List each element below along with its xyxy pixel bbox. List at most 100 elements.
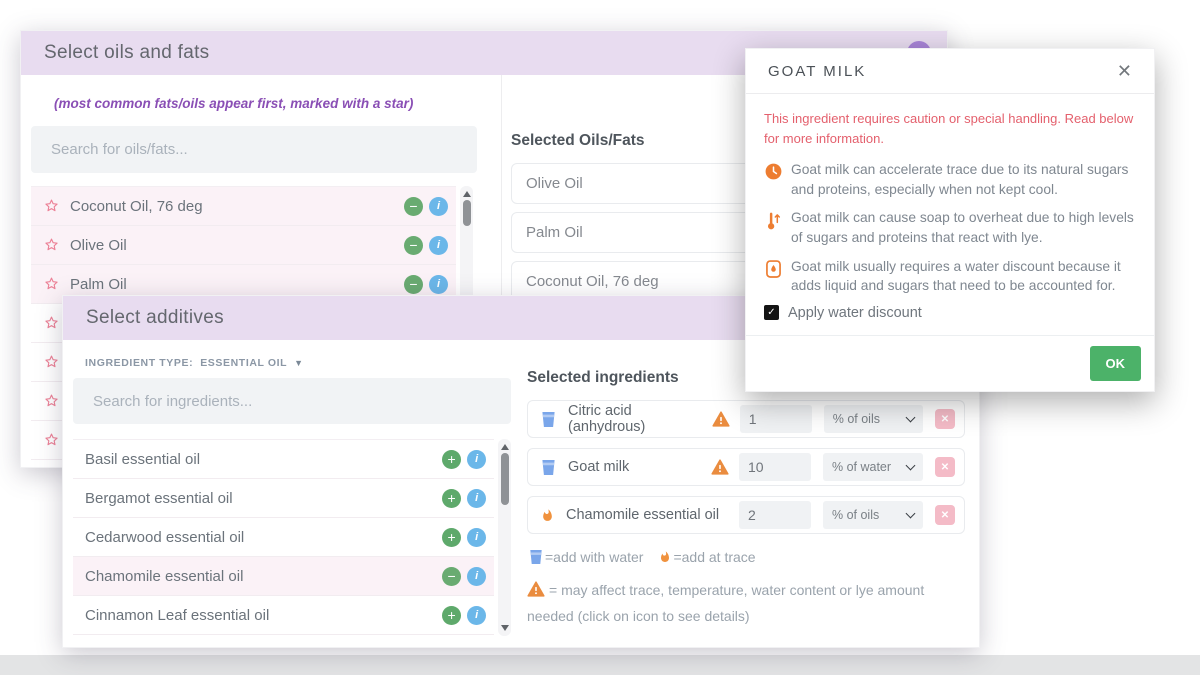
ingredient-info-button[interactable]: i xyxy=(467,528,486,547)
remove-selected-ingredient-button[interactable]: ✕ xyxy=(935,409,955,429)
apply-water-discount-row: ✓ Apply water discount xyxy=(764,305,1134,321)
dialog-bullet: Goat milk can accelerate trace due to it… xyxy=(764,160,1134,199)
caution-text: This ingredient requires caution or spec… xyxy=(764,109,1134,149)
dialog-bullet: Goat milk can cause soap to overheat due… xyxy=(764,208,1134,247)
warning-legend: = may affect trace, temperature, water c… xyxy=(527,578,965,630)
scroll-up-icon[interactable] xyxy=(501,444,509,450)
methods-legend: =add with water =add at trace xyxy=(527,549,965,565)
star-icon xyxy=(43,393,60,409)
unit-value: % of oils xyxy=(832,508,879,522)
ingredient-info-button[interactable]: i xyxy=(467,567,486,586)
add-with-water-icon xyxy=(541,411,556,428)
ingredient-list-item[interactable]: Cedarwood essential oil + i xyxy=(73,518,494,557)
oils-search-input[interactable] xyxy=(51,141,457,158)
ingredient-label: Cinnamon Leaf essential oil xyxy=(85,607,269,624)
caret-down-icon: ▼ xyxy=(294,358,304,368)
legend-water-text: =add with water xyxy=(545,549,643,565)
oil-list-item[interactable]: Olive Oil − i xyxy=(31,226,456,265)
unit-select[interactable]: % of oils xyxy=(823,501,923,529)
ingredient-label: Basil essential oil xyxy=(85,451,200,468)
remove-oil-button[interactable]: − xyxy=(404,275,423,294)
oils-search-box xyxy=(31,126,477,173)
unit-value: % of water xyxy=(832,460,891,474)
add-ingredient-button[interactable]: + xyxy=(442,606,461,625)
ingredient-label: Bergamot essential oil xyxy=(85,490,233,507)
ingredient-info-button[interactable]: i xyxy=(467,606,486,625)
ingredient-label: Cedarwood essential oil xyxy=(85,529,244,546)
selected-ingredient-label: Chamomile essential oil xyxy=(566,507,719,523)
unit-select[interactable]: % of oils xyxy=(824,405,923,433)
scrollbar-thumb[interactable] xyxy=(463,200,471,226)
ingredients-search-box xyxy=(73,378,511,424)
oil-info-button[interactable]: i xyxy=(429,275,448,294)
ingredient-list-item[interactable]: Cinnamon Leaf essential oil + i xyxy=(73,596,494,635)
warning-icon[interactable] xyxy=(712,411,730,427)
ingredient-list-item[interactable]: Basil essential oil + i xyxy=(73,440,494,479)
oil-label: Palm Oil xyxy=(70,276,127,293)
ingredient-list-item[interactable]: Chamomile essential oil − i xyxy=(73,557,494,596)
ingredient-info-button[interactable]: i xyxy=(467,489,486,508)
oil-label: Coconut Oil, 76 deg xyxy=(70,198,203,215)
remove-selected-ingredient-button[interactable]: ✕ xyxy=(935,457,955,477)
warning-icon xyxy=(527,581,545,597)
scroll-up-icon[interactable] xyxy=(463,191,471,197)
ok-button[interactable]: OK xyxy=(1090,346,1142,381)
amount-input[interactable] xyxy=(740,405,812,433)
oils-note: (most common fats/oils appear first, mar… xyxy=(54,96,491,111)
star-icon xyxy=(43,432,60,448)
add-ingredient-button[interactable]: + xyxy=(442,528,461,547)
amount-input[interactable] xyxy=(739,501,811,529)
oil-info-button[interactable]: i xyxy=(429,236,448,255)
legend-warning-text: = may affect trace, temperature, water c… xyxy=(527,582,924,624)
add-ingredient-button[interactable]: + xyxy=(442,489,461,508)
apply-water-discount-checkbox[interactable]: ✓ xyxy=(764,305,779,320)
remove-oil-button[interactable]: − xyxy=(404,236,423,255)
unit-select[interactable]: % of water xyxy=(823,453,923,481)
selected-ingredient-row: Goat milk % of water ✕ xyxy=(527,448,965,486)
selected-ingredient-label: Goat milk xyxy=(568,459,629,475)
oils-modal-title: Select oils and fats xyxy=(44,42,209,64)
oil-info-button[interactable]: i xyxy=(429,197,448,216)
remove-oil-button[interactable]: − xyxy=(404,197,423,216)
bullet-text: Goat milk can cause soap to overheat due… xyxy=(791,208,1134,247)
ingredient-type-value: ESSENTIAL OIL xyxy=(200,357,287,369)
add-ingredient-button[interactable]: + xyxy=(442,450,461,469)
star-icon xyxy=(43,237,60,253)
chevron-down-icon xyxy=(906,460,916,470)
bullet-text: Goat milk usually requires a water disco… xyxy=(791,257,1134,296)
remove-ingredient-button[interactable]: − xyxy=(442,567,461,586)
add-with-water-icon xyxy=(541,459,556,476)
ingredients-list-scrollbar[interactable] xyxy=(498,439,511,636)
scroll-down-icon[interactable] xyxy=(501,625,509,631)
water-discount-icon xyxy=(764,260,782,296)
star-icon xyxy=(43,354,60,370)
scrollbar-thumb[interactable] xyxy=(501,453,509,505)
ingredient-type-select[interactable]: INGREDIENT TYPE: ESSENTIAL OIL ▼ xyxy=(85,357,511,369)
ingredient-list-item[interactable]: Bergamot essential oil + i xyxy=(73,479,494,518)
ingredient-type-label: INGREDIENT TYPE: xyxy=(85,357,193,369)
ingredients-search-input[interactable] xyxy=(93,393,491,410)
apply-water-discount-label: Apply water discount xyxy=(788,305,922,321)
legend-trace-text: =add at trace xyxy=(673,549,755,565)
amount-input[interactable] xyxy=(739,453,811,481)
star-icon xyxy=(43,276,60,292)
remove-selected-ingredient-button[interactable]: ✕ xyxy=(935,505,955,525)
ingredient-info-button[interactable]: i xyxy=(467,450,486,469)
chevron-down-icon xyxy=(906,508,916,518)
oil-list-item[interactable]: Coconut Oil, 76 deg − i xyxy=(31,187,456,226)
add-at-trace-icon xyxy=(659,550,671,564)
page-background-strip xyxy=(0,655,1200,675)
selected-ingredient-row: Chamomile essential oil % of oils ✕ xyxy=(527,496,965,534)
add-with-water-icon xyxy=(529,549,543,565)
thermometer-icon xyxy=(764,211,782,247)
close-icon[interactable]: ✕ xyxy=(1117,61,1132,82)
goat-milk-dialog-header: GOAT MILK ✕ xyxy=(746,49,1154,94)
additives-modal-title: Select additives xyxy=(86,307,224,329)
star-icon xyxy=(43,315,60,331)
star-icon xyxy=(43,198,60,214)
unit-value: % of oils xyxy=(833,412,880,426)
goat-milk-dialog: GOAT MILK ✕ This ingredient requires cau… xyxy=(745,48,1155,392)
oil-label: Olive Oil xyxy=(70,237,127,254)
warning-icon[interactable] xyxy=(711,459,729,475)
goat-milk-dialog-title: GOAT MILK xyxy=(768,63,866,80)
